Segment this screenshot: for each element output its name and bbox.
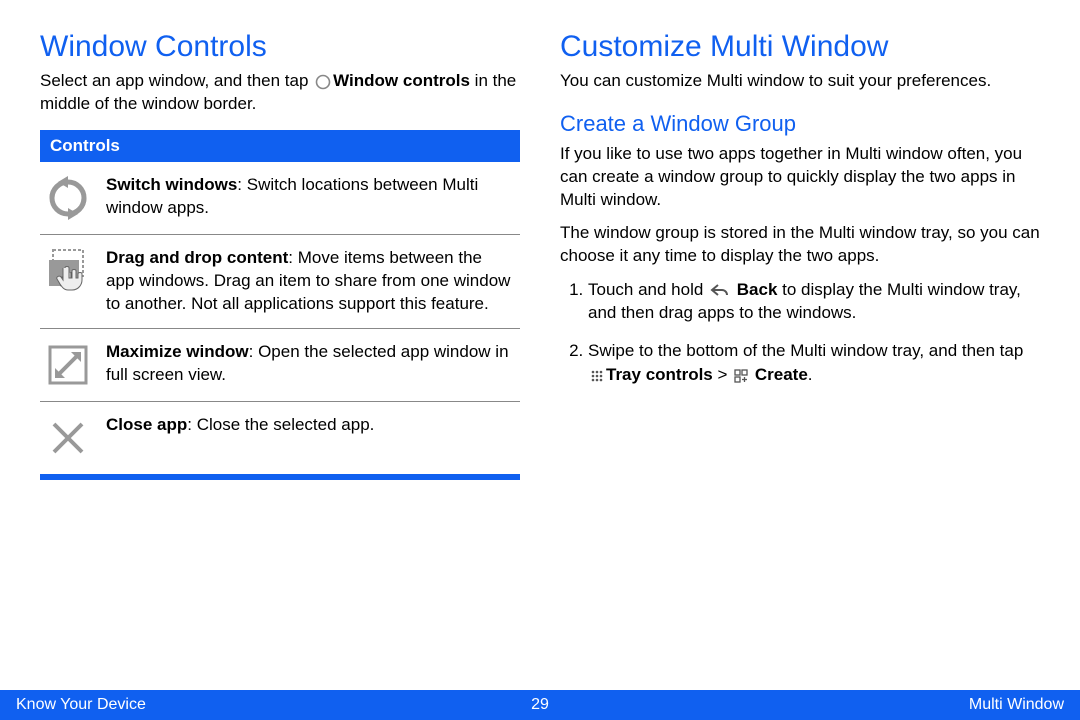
customize-intro: You can customize Multi window to suit y…: [560, 70, 1040, 93]
control-title: Maximize window: [106, 342, 249, 361]
step1-pre: Touch and hold: [588, 280, 708, 299]
controls-header: Controls: [40, 130, 520, 162]
heading-customize: Customize Multi Window: [560, 30, 1040, 64]
control-text: Drag and drop content: Move items betwee…: [106, 247, 514, 316]
steps-list: Touch and hold Back to display the Multi…: [560, 278, 1040, 387]
create-group-p2: The window group is stored in the Multi …: [560, 222, 1040, 268]
step-2: Swipe to the bottom of the Multi window …: [588, 339, 1040, 387]
control-title: Switch windows: [106, 175, 237, 194]
heading-window-controls: Window Controls: [40, 30, 520, 64]
control-desc: : Close the selected app.: [187, 415, 374, 434]
create-group-p1: If you like to use two apps together in …: [560, 143, 1040, 212]
step2-bold2: Create: [755, 365, 808, 384]
tray-controls-icon: [590, 369, 604, 383]
step2-bold1: Tray controls: [606, 365, 713, 384]
control-title: Close app: [106, 415, 187, 434]
window-controls-inline-icon: [315, 74, 331, 90]
control-text: Close app: Close the selected app.: [106, 414, 514, 437]
step2-mid: >: [713, 365, 732, 384]
intro-text: Select an app window, and then tap Windo…: [40, 70, 520, 116]
control-row-dragdrop: Drag and drop content: Move items betwee…: [40, 235, 520, 329]
left-column: Window Controls Select an app window, an…: [40, 30, 520, 480]
step2-pre: Swipe to the bottom of the Multi window …: [588, 341, 1023, 360]
footer-right: Multi Window: [969, 696, 1064, 714]
dragdrop-icon: [44, 247, 92, 295]
step-1: Touch and hold Back to display the Multi…: [588, 278, 1040, 326]
intro-pre: Select an app window, and then tap: [40, 71, 313, 90]
footer-left: Know Your Device: [16, 696, 146, 714]
back-icon: [710, 283, 730, 297]
control-text: Maximize window: Open the selected app w…: [106, 341, 514, 387]
close-icon: [44, 414, 92, 462]
subheading-create-group: Create a Window Group: [560, 111, 1040, 137]
switch-icon: [44, 174, 92, 222]
create-icon: [734, 369, 748, 383]
step1-bold: Back: [737, 280, 778, 299]
control-row-close: Close app: Close the selected app.: [40, 402, 520, 474]
controls-table: Controls Switch windows: Switch location…: [40, 130, 520, 480]
maximize-icon: [44, 341, 92, 389]
page-footer: Know Your Device 29 Multi Window: [0, 690, 1080, 720]
footer-page-number: 29: [531, 696, 549, 714]
right-column: Customize Multi Window You can customize…: [560, 30, 1040, 480]
control-title: Drag and drop content: [106, 248, 288, 267]
step2-end: .: [808, 365, 813, 384]
control-row-maximize: Maximize window: Open the selected app w…: [40, 329, 520, 402]
intro-bold: Window controls: [333, 71, 470, 90]
control-row-switch: Switch windows: Switch locations between…: [40, 162, 520, 235]
control-text: Switch windows: Switch locations between…: [106, 174, 514, 220]
